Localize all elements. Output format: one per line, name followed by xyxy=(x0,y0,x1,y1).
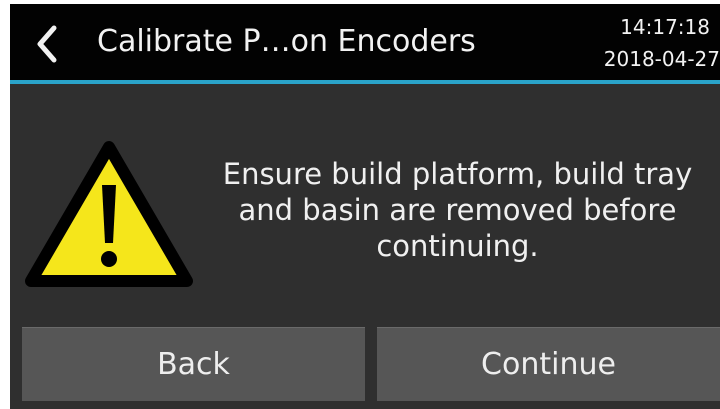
page-title: Calibrate P…on Encoders xyxy=(97,24,476,59)
clock-date: 2018-04-27 xyxy=(603,47,720,71)
continue-button[interactable]: Continue xyxy=(377,327,720,401)
warning-message: Ensure build platform, build tray and ba… xyxy=(222,157,693,263)
back-chevron-icon[interactable] xyxy=(32,24,62,64)
calibration-screen: Calibrate P…on Encoders 14:17:18 2018-04… xyxy=(10,4,720,409)
back-button[interactable]: Back xyxy=(22,327,365,401)
warning-icon xyxy=(25,141,193,287)
header-accent-line xyxy=(10,80,720,84)
clock-time: 14:17:18 xyxy=(620,15,710,39)
header-bar: Calibrate P…on Encoders 14:17:18 2018-04… xyxy=(10,4,720,80)
clock: 14:17:18 2018-04-27 xyxy=(595,12,720,74)
